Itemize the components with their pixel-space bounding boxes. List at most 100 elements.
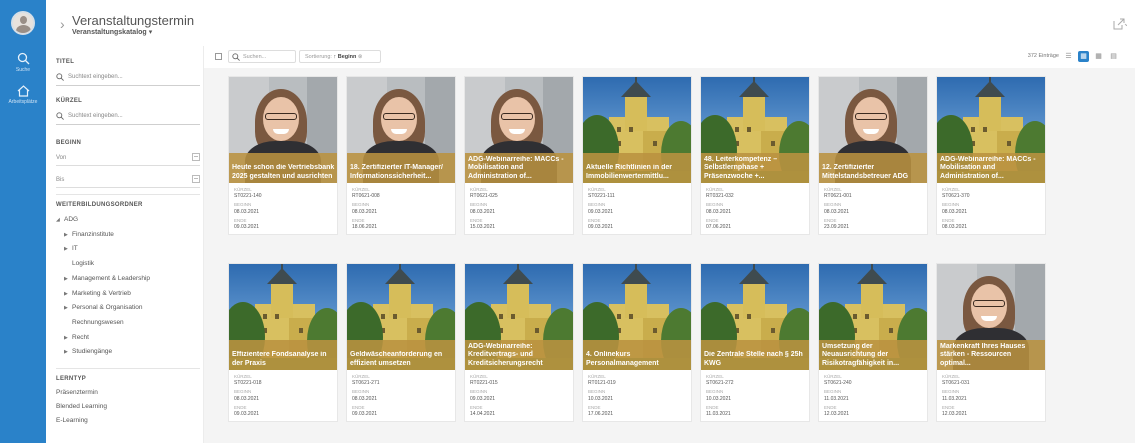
lerntyp-item[interactable]: E-Learning xyxy=(56,417,88,424)
folder-tree-item[interactable]: ▶ Recht xyxy=(64,334,89,341)
card-meta: KÜRZEL RT0121-019 BEGINN 10.03.2021 ENDE 17.0… xyxy=(583,370,691,421)
nav-search-button[interactable]: Suche xyxy=(0,52,46,73)
title-filter-label: TITEL xyxy=(56,59,75,65)
beginn-value: 09.03.2021 xyxy=(588,208,614,215)
kuerzel-value: RT0621-025 xyxy=(470,193,498,200)
back-chevron-icon[interactable]: › xyxy=(60,16,65,32)
event-card[interactable]: ADG-Webinarreihe: MACCs - Mobilisation a… xyxy=(936,76,1046,236)
beginn-value: 08.03.2021 xyxy=(470,208,496,215)
event-card[interactable]: 4. Onlinekurs Personalmanagement KÜRZEL RT… xyxy=(582,263,692,423)
ende-value: 09.03.2021 xyxy=(352,411,378,418)
card-title: Aktuelle Richtlinien in der Immobilienwe… xyxy=(586,164,672,180)
folder-tree-item[interactable]: ▶ Finanzinstitute xyxy=(64,231,114,238)
nav-workspace-button[interactable]: Arbeitsplätze xyxy=(0,85,46,105)
kuerzel-value: ST0621-370 xyxy=(942,193,970,200)
event-card[interactable]: 12. Zertifizierter Mittelstandsbetreuer … xyxy=(818,76,928,236)
ende-value: 12.03.2021 xyxy=(824,411,850,418)
folder-tree-label: Logistik xyxy=(72,260,95,268)
event-card[interactable]: 18. Zertifizierter IT-Manager/ Informati… xyxy=(346,76,456,236)
event-card[interactable]: Effizientere Fondsanalyse in der Praxis K… xyxy=(228,263,338,423)
divider xyxy=(56,368,200,369)
page-title: Veranstaltungstermin xyxy=(72,13,195,28)
date-to-input[interactable]: Bis xyxy=(56,172,200,188)
folder-tree-item[interactable]: Rechnungswesen xyxy=(64,319,124,326)
expand-arrow-icon[interactable]: ◢ xyxy=(56,217,64,223)
list-view-button[interactable]: ☰ xyxy=(1063,51,1074,62)
folder-tree-label: Management & Leadership xyxy=(72,274,151,282)
select-all-checkbox[interactable] xyxy=(215,53,222,60)
card-meta: KÜRZEL ST0621-271 BEGINN 08.03.2021 ENDE 09.0… xyxy=(347,370,455,421)
share-icon[interactable] xyxy=(1113,18,1129,33)
calendar-icon[interactable] xyxy=(192,153,200,161)
results-search-placeholder: Suchen... xyxy=(243,54,267,60)
sort-label: Sortierung: xyxy=(305,54,332,60)
beginn-value: 08.03.2021 xyxy=(234,208,260,215)
expand-arrow-icon[interactable]: ▶ xyxy=(64,335,72,341)
event-card[interactable]: 48. Leiterkompetenz – Selbstlernphase + … xyxy=(700,76,810,236)
beginn-value: 10.03.2021 xyxy=(706,395,732,402)
card-image: Aktuelle Richtlinien in der Immobilienwe… xyxy=(583,77,691,183)
avatar[interactable] xyxy=(11,11,35,35)
folder-filter-label: WEITERBILDUNGSORDNER xyxy=(56,202,143,208)
card-image: 12. Zertifizierter Mittelstandsbetreuer … xyxy=(819,77,927,183)
event-card[interactable]: Markenkraft Ihres Hauses stärken - Resso… xyxy=(936,263,1046,423)
lerntyp-filter-label: LERNTYP xyxy=(56,376,87,382)
folder-tree-item[interactable]: Logistik xyxy=(64,260,94,267)
event-card[interactable]: Geldwäscheanforderung en effizient umset… xyxy=(346,263,456,423)
event-card[interactable]: Aktuelle Richtlinien in der Immobilienwe… xyxy=(582,76,692,236)
card-meta: KÜRZEL ST0621-370 BEGINN 08.03.2021 ENDE 08.0… xyxy=(937,183,1045,234)
kuerzel-value: ST0621-272 xyxy=(706,380,734,387)
expand-arrow-icon[interactable]: ▶ xyxy=(64,246,72,252)
event-card[interactable]: Umsetzung der Neuausrichtung der Risikot… xyxy=(818,263,928,423)
event-card[interactable]: ADG-Webinarreihe: MACCs - Mobilisation a… xyxy=(464,76,574,236)
card-title: Geldwäscheanforderung en effizient umset… xyxy=(350,351,443,367)
beginn-value: 10.03.2021 xyxy=(588,395,614,402)
table-view-button[interactable]: ▤ xyxy=(1108,51,1119,62)
catalog-label: Veranstaltungskatalog xyxy=(72,29,147,36)
beginn-value: 11.03.2021 xyxy=(942,395,967,402)
catalog-dropdown[interactable]: Veranstaltungskatalog ▾ xyxy=(72,28,152,36)
event-card[interactable]: Die Zentrale Stelle nach § 25h KWG KÜRZEL… xyxy=(700,263,810,423)
folder-tree-item[interactable]: ▶ Marketing & Vertrieb xyxy=(64,290,131,297)
expand-arrow-icon[interactable]: ▶ xyxy=(64,276,72,282)
beginn-value: 08.03.2021 xyxy=(234,395,260,402)
folder-tree-label: Rechnungswesen xyxy=(72,318,124,326)
card-image: ADG-Webinarreihe: Kreditvertrags- und Kr… xyxy=(465,264,573,370)
expand-arrow-icon[interactable]: ▶ xyxy=(64,291,72,297)
folder-tree-item[interactable]: ◢ ADG xyxy=(56,216,78,223)
card-meta: KÜRZEL RT0221-015 BEGINN 09.03.2021 ENDE 14.0… xyxy=(465,370,573,421)
left-nav: Suche Arbeitsplätze xyxy=(0,0,46,443)
results-search-input[interactable]: Suchen... xyxy=(228,50,296,63)
lerntyp-item[interactable]: Präsenztermin xyxy=(56,389,98,396)
ende-value: 12.03.2021 xyxy=(942,411,968,418)
sort-selector[interactable]: Sortierung: ↑ Beginn ⊗ xyxy=(299,50,381,63)
date-from-input[interactable]: Von xyxy=(56,150,200,166)
grid-view-button[interactable]: ▦ xyxy=(1093,51,1104,62)
kuerzel-search-input[interactable]: Suchtext eingeben... xyxy=(56,109,200,125)
kuerzel-value: RT0221-015 xyxy=(470,380,498,387)
kuerzel-value: RT0321-032 xyxy=(706,193,734,200)
folder-tree-item[interactable]: ▶ Studiengänge xyxy=(64,348,112,355)
kuerzel-value: RT0121-019 xyxy=(588,380,616,387)
kuerzel-value: ST0621-271 xyxy=(352,380,380,387)
folder-tree-item[interactable]: ▶ Personal & Organisation xyxy=(64,304,142,311)
beginn-value: 08.03.2021 xyxy=(824,208,850,215)
event-card[interactable]: Heute schon die Vertriebsbank 2025 gesta… xyxy=(228,76,338,236)
begin-filter-label: BEGINN xyxy=(56,140,82,146)
expand-arrow-icon[interactable]: ▶ xyxy=(64,349,72,355)
event-card[interactable]: ADG-Webinarreihe: Kreditvertrags- und Kr… xyxy=(464,263,574,423)
clear-sort-icon[interactable]: ⊗ xyxy=(358,54,363,60)
expand-arrow-icon[interactable]: ▶ xyxy=(64,305,72,311)
card-title: 4. Onlinekurs Personalmanagement xyxy=(586,351,659,367)
title-search-input[interactable]: Suchtext eingeben... xyxy=(56,70,200,86)
calendar-icon[interactable] xyxy=(192,175,200,183)
expand-arrow-icon[interactable]: ▶ xyxy=(64,232,72,238)
kuerzel-filter-label: KÜRZEL xyxy=(56,98,83,104)
ende-value: 15.03.2021 xyxy=(470,224,496,231)
tile-view-button[interactable]: ▦ xyxy=(1078,51,1089,62)
folder-tree-item[interactable]: ▶ Management & Leadership xyxy=(64,275,150,282)
card-image: Effizientere Fondsanalyse in der Praxis xyxy=(229,264,337,370)
lerntyp-item[interactable]: Blended Learning xyxy=(56,403,107,410)
folder-tree-item[interactable]: ▶ IT xyxy=(64,245,78,252)
kuerzel-value: ST0621-240 xyxy=(824,380,852,387)
